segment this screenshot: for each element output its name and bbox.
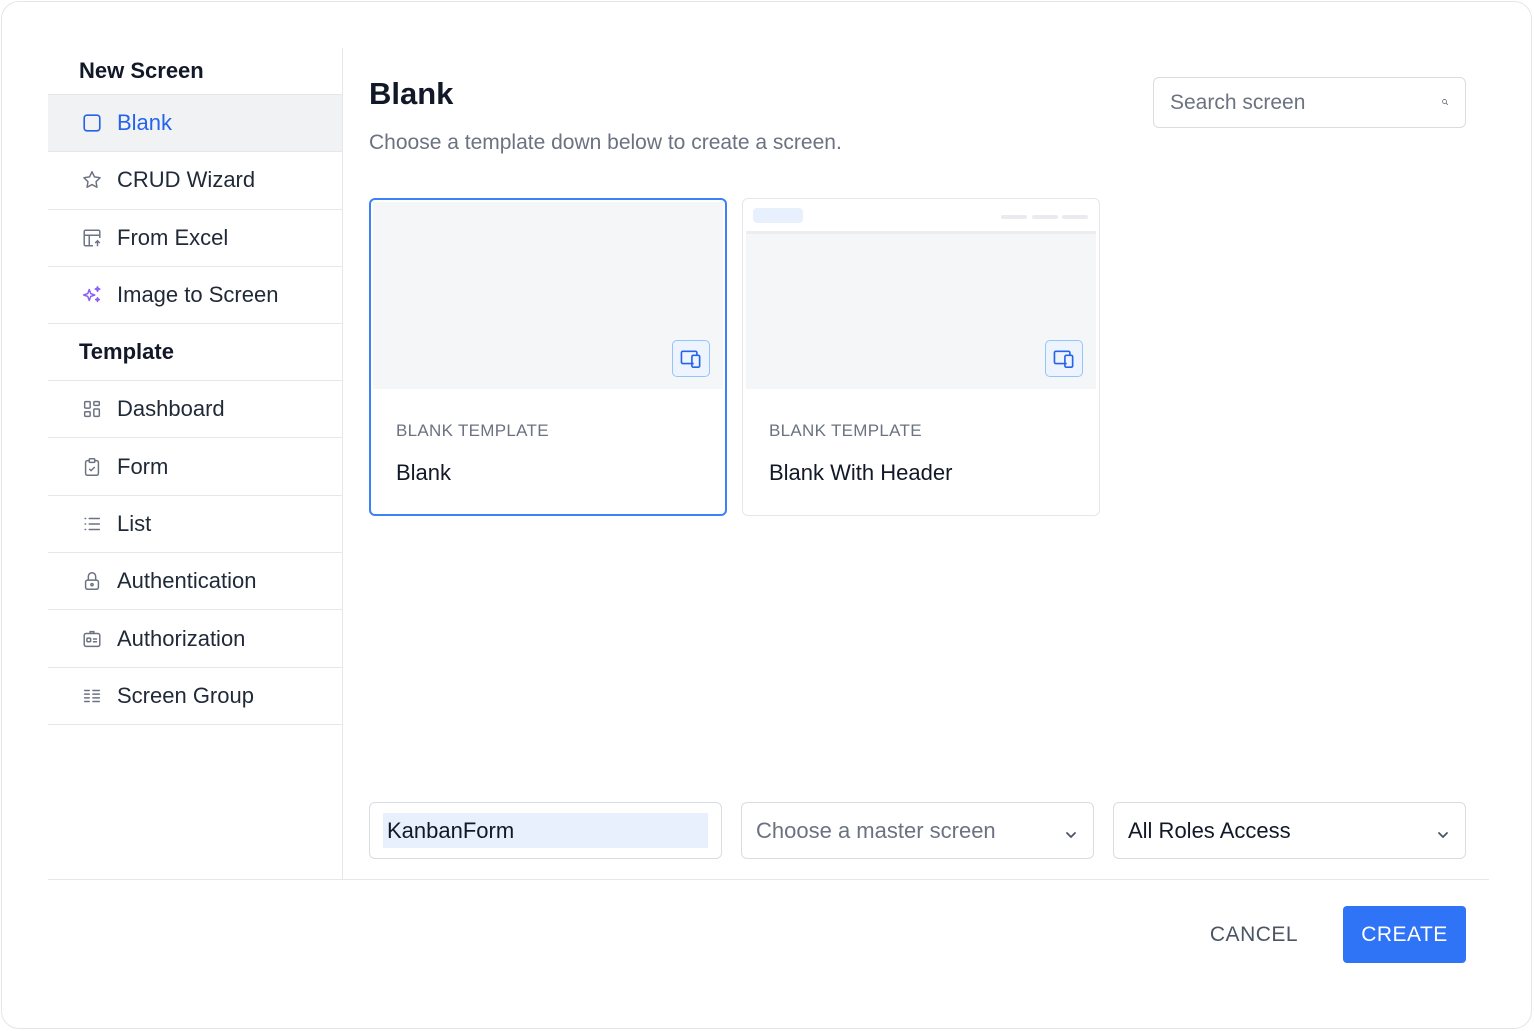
sidebar-item-authentication[interactable]: Authentication (48, 553, 342, 611)
create-button[interactable]: CREATE (1343, 906, 1466, 963)
roles-access-select[interactable]: All Roles Access (1113, 802, 1466, 859)
template-card-blank[interactable]: BLANK TEMPLATE Blank (369, 198, 727, 516)
sidebar-item-crud-wizard[interactable]: CRUD Wizard (48, 152, 342, 210)
template-preview (746, 202, 1096, 389)
template-name: Blank With Header (769, 460, 953, 485)
sidebar-item-label: CRUD Wizard (117, 167, 256, 193)
id-card-icon (80, 627, 104, 651)
sparkles-icon (80, 283, 104, 307)
sidebar-item-blank[interactable]: Blank (48, 95, 342, 153)
square-icon (80, 111, 104, 135)
sidebar-item-label: Authorization (117, 625, 246, 651)
chevron-down-icon (1063, 823, 1079, 839)
section-title-new-screen: New Screen (48, 48, 342, 95)
sidebar-item-label: From Excel (117, 224, 229, 250)
cancel-button[interactable]: CANCEL (1190, 906, 1318, 963)
responsive-devices-icon[interactable] (672, 340, 710, 377)
chevron-down-icon (1435, 823, 1451, 839)
star-icon (80, 168, 104, 192)
preview-header-bar (746, 202, 1096, 234)
preview-nav-line (1032, 215, 1058, 219)
sidebar-item-label: List (117, 510, 152, 536)
template-card-blank-with-header[interactable]: BLANK TEMPLATE Blank With Header (742, 198, 1100, 516)
template-name: Blank (396, 460, 452, 485)
search-icon[interactable] (1441, 93, 1449, 113)
screen-name-input[interactable] (383, 813, 708, 848)
preview-nav-line (1001, 215, 1027, 219)
master-screen-select[interactable]: Choose a master screen (741, 802, 1094, 859)
sidebar-item-authorization[interactable]: Authorization (48, 610, 342, 668)
sidebar-item-form[interactable]: Form (48, 438, 342, 496)
search-input[interactable] (1170, 90, 1441, 115)
sidebar-item-label: Form (117, 453, 169, 479)
template-kicker: BLANK TEMPLATE (769, 421, 922, 440)
sidebar: New Screen Blank CRUD Wizard From Excel … (48, 48, 343, 879)
list-icon (80, 512, 104, 536)
sidebar-item-label: Screen Group (117, 682, 254, 708)
sidebar-item-screen-group[interactable]: Screen Group (48, 668, 342, 725)
sidebar-item-from-excel[interactable]: From Excel (48, 210, 342, 267)
new-screen-dialog: New Screen Blank CRUD Wizard From Excel … (1, 1, 1532, 1029)
columns-list-icon (80, 684, 104, 708)
sidebar-item-dashboard[interactable]: Dashboard (48, 381, 342, 439)
preview-nav-line (1062, 215, 1088, 219)
page-title: Blank (369, 76, 454, 111)
template-preview (373, 202, 723, 389)
screen-name-field (369, 802, 722, 859)
responsive-devices-icon[interactable] (1045, 340, 1083, 377)
master-screen-placeholder: Choose a master screen (756, 817, 996, 843)
sidebar-item-label: Blank (117, 110, 173, 136)
table-upload-icon (80, 226, 104, 250)
sidebar-item-label: Authentication (117, 568, 257, 594)
footer-divider (48, 879, 1489, 880)
sidebar-item-label: Dashboard (117, 396, 225, 422)
sidebar-item-label: Image to Screen (117, 282, 279, 308)
sidebar-item-image-to-screen[interactable]: Image to Screen (48, 267, 342, 325)
page-subtitle: Choose a template down below to create a… (369, 131, 842, 154)
clipboard-check-icon (80, 455, 104, 479)
lock-icon (80, 569, 104, 593)
dashboard-icon (80, 397, 104, 421)
roles-access-value: All Roles Access (1128, 817, 1291, 843)
section-title-template: Template (48, 324, 342, 382)
template-kicker: BLANK TEMPLATE (396, 421, 549, 440)
sidebar-item-list[interactable]: List (48, 496, 342, 554)
search-box (1153, 77, 1466, 128)
preview-logo (753, 208, 803, 223)
